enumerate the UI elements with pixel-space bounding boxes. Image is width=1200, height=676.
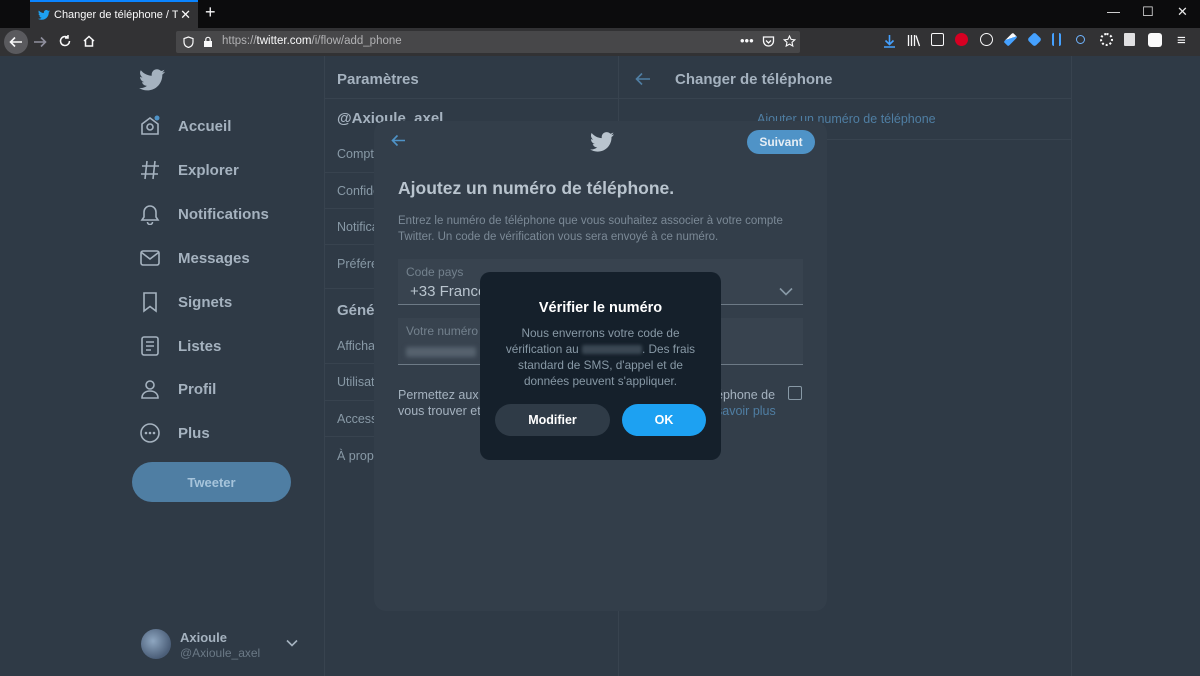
forward-arrow-icon[interactable] (33, 35, 47, 49)
sidebar-item-label: Listes (178, 337, 222, 355)
bookmark-icon (143, 292, 157, 313)
settings-header: Paramètres (337, 71, 419, 88)
document-icon[interactable] (1124, 33, 1135, 46)
minimize-icon[interactable]: — (1107, 5, 1120, 19)
phone-number-label: Votre numéro (406, 324, 479, 338)
notion-icon[interactable] (1148, 33, 1162, 47)
browser-tab-bar: Changer de téléphone / Twitter ✕ + — ☐ ✕ (0, 0, 1200, 28)
hashtag-icon (141, 160, 159, 180)
settings-item-account[interactable]: Compt (337, 147, 374, 161)
sidebar-item-lists[interactable]: Listes (139, 331, 221, 361)
bell-icon (140, 205, 160, 225)
sidebar-item-profile[interactable]: Profil (139, 374, 216, 404)
ok-button-label: OK (654, 413, 674, 427)
envelope-icon (140, 250, 160, 266)
pocket-icon[interactable] (762, 35, 775, 48)
account-handle: @Axioule_axel (180, 646, 261, 660)
library-icon[interactable] (907, 34, 921, 47)
modal-description: Entrez le numéro de téléphone que vous s… (398, 215, 783, 243)
twitter-logo-icon (590, 132, 614, 152)
ublock-icon[interactable] (955, 33, 968, 46)
next-button[interactable]: Suivant (747, 130, 815, 154)
twitter-app: Accueil Explorer Notifications Messages … (0, 56, 1200, 676)
more-icon (140, 423, 160, 443)
next-button-label: Suivant (759, 135, 803, 149)
settings-item-data-usage[interactable]: Utilisat (337, 375, 375, 389)
modify-button-label: Modifier (528, 413, 577, 427)
modal-title: Ajoutez un numéro de téléphone. (398, 178, 675, 198)
sidebar-item-home[interactable]: Accueil (139, 111, 231, 141)
new-tab-icon[interactable]: + (205, 3, 216, 21)
discoverability-checkbox[interactable] (788, 386, 802, 400)
tweet-button[interactable]: Tweeter (132, 462, 291, 502)
person-icon (141, 380, 159, 399)
dialog-body: Nous enverrons votre code de vérificatio… (505, 326, 696, 388)
page-title: Changer de téléphone (675, 71, 833, 88)
account-name: Axioule (180, 630, 227, 645)
country-code-value: +33 France (410, 283, 487, 300)
divider (325, 98, 619, 99)
sidebar-item-bookmarks[interactable]: Signets (139, 287, 232, 317)
settings-gear-icon[interactable] (1100, 33, 1113, 46)
page-actions-icon[interactable]: ••• (740, 33, 754, 48)
back-arrow-icon[interactable] (391, 134, 406, 147)
home-button-icon[interactable] (82, 34, 96, 48)
learn-more-link[interactable]: savoir plus (716, 404, 776, 418)
sidebar-item-label: Notifications (178, 205, 269, 223)
browser-tab[interactable]: Changer de téléphone / Twitter ✕ (30, 0, 198, 28)
settings-item-preferences[interactable]: Préfére (337, 257, 378, 271)
menu-icon[interactable]: ≡ (1177, 33, 1186, 48)
sidebar-item-label: Accueil (178, 117, 232, 135)
window-close-icon[interactable]: ✕ (1177, 5, 1188, 19)
sidebar-item-messages[interactable]: Messages (139, 243, 250, 273)
chevron-down-icon (779, 287, 793, 296)
twitter-favicon-icon (38, 10, 50, 20)
column-divider (1071, 56, 1072, 676)
link-icon[interactable] (1076, 35, 1085, 44)
lock-icon[interactable] (203, 36, 213, 48)
settings-item-notifications[interactable]: Notifica (337, 220, 379, 234)
reload-icon[interactable] (58, 34, 72, 48)
sidebar-icon[interactable] (931, 33, 944, 46)
sidebar-item-notifications[interactable]: Notifications (139, 199, 269, 229)
sidebar-item-more[interactable]: Plus (139, 418, 210, 448)
country-code-label: Code pays (406, 265, 464, 279)
url-text: https://twitter.com/i/flow/add_phone (222, 35, 402, 47)
column-divider (324, 56, 325, 676)
redacted-phone-number (581, 345, 642, 355)
tab-title: Changer de téléphone / Twitter (54, 9, 178, 21)
twitter-logo-icon[interactable] (139, 69, 165, 91)
bookmark-star-icon[interactable] (783, 35, 796, 48)
sidebar-item-label: Plus (178, 424, 210, 442)
permission-text: Permettez aux p vous trouver et (398, 388, 490, 418)
maximize-icon[interactable]: ☐ (1142, 5, 1154, 19)
sidebar-item-explore[interactable]: Explorer (139, 155, 239, 185)
divider (619, 98, 1071, 99)
permission-text-right: éphone de savoir plus (716, 388, 776, 418)
account-icon[interactable] (980, 33, 993, 46)
modify-button[interactable]: Modifier (495, 404, 610, 436)
avatar[interactable] (141, 629, 171, 659)
settings-section-general: Géné (337, 302, 375, 319)
download-icon[interactable] (883, 34, 896, 48)
tweet-button-label: Tweeter (187, 474, 236, 490)
list-icon (141, 336, 159, 356)
shield-icon[interactable] (183, 36, 194, 48)
phone-number-value-redacted (406, 347, 476, 357)
tab-close-icon[interactable]: ✕ (180, 8, 191, 21)
sidebar-item-label: Signets (178, 293, 233, 311)
dialog-title: Vérifier le numéro (538, 300, 663, 316)
sidebar-item-label: Explorer (178, 161, 239, 179)
sidebar-item-label: Messages (178, 249, 250, 267)
chevron-down-icon[interactable] (286, 639, 298, 647)
back-arrow-icon (9, 36, 22, 48)
back-arrow-icon[interactable] (635, 72, 651, 86)
ok-button[interactable]: OK (622, 404, 706, 436)
url-bar[interactable]: https://twitter.com/i/flow/add_phone ••• (176, 31, 800, 53)
verify-number-dialog: Vérifier le numéro Nous enverrons votre … (480, 272, 721, 460)
bracket-icon[interactable] (1052, 33, 1061, 46)
home-icon (141, 115, 160, 135)
sidebar-item-label: Profil (178, 380, 217, 398)
